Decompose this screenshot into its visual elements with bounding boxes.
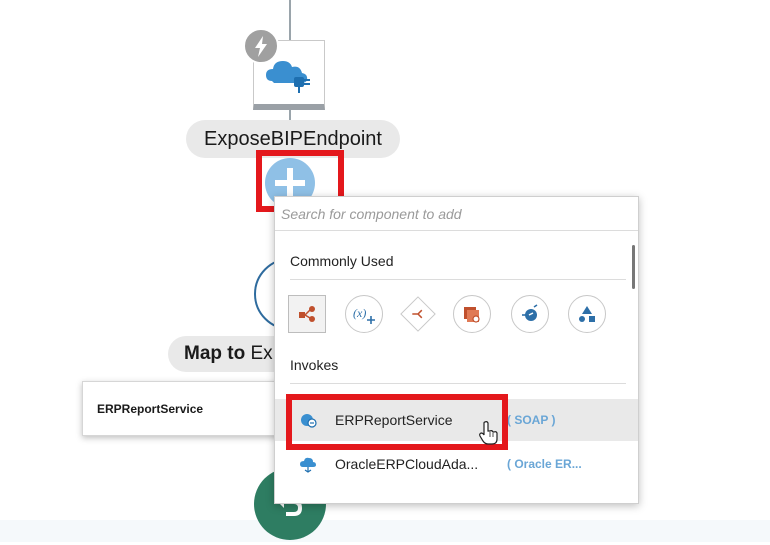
notification-icon (522, 304, 538, 321)
hand-cursor-icon (479, 421, 498, 445)
trigger-bolt-badge (243, 28, 279, 64)
stage-file-icon (464, 307, 480, 323)
lightning-icon (255, 36, 267, 57)
svg-text:(x): (x) (353, 306, 366, 320)
invokes-heading: Invokes (290, 357, 339, 373)
hover-tooltip: ERPReportService (82, 381, 282, 436)
commonly-used-divider (290, 279, 626, 280)
switch-action-button[interactable] (399, 295, 437, 333)
switch-icon (400, 296, 436, 332)
invoke-type: ( SOAP ) (507, 413, 556, 427)
highlight-erp-report-service (286, 394, 508, 450)
component-search-input[interactable] (275, 197, 638, 231)
popup-scrollbar[interactable] (632, 245, 635, 289)
add-component-popup: Commonly Used (x) (274, 196, 639, 504)
commonly-used-heading: Commonly Used (290, 253, 394, 269)
for-each-action-button[interactable] (568, 295, 606, 333)
invokes-divider (290, 383, 626, 384)
route-action-button[interactable] (288, 295, 326, 333)
connector-top (289, 0, 291, 40)
route-icon (299, 306, 315, 322)
erp-cloud-icon (300, 457, 316, 473)
invoke-type: ( Oracle ER... (507, 457, 582, 471)
canvas-bottom-strip (0, 520, 770, 542)
map-label-bold: Map to (184, 343, 246, 364)
stage-file-action-button[interactable] (453, 295, 491, 333)
assign-action-button[interactable]: (x) (345, 295, 383, 333)
invoke-name: OracleERPCloudAda... (335, 456, 479, 472)
notification-action-button[interactable] (511, 295, 549, 333)
map-label-rest: Ex (245, 343, 273, 364)
assign-variable-icon: (x) (353, 306, 375, 324)
for-each-icon (579, 306, 595, 322)
